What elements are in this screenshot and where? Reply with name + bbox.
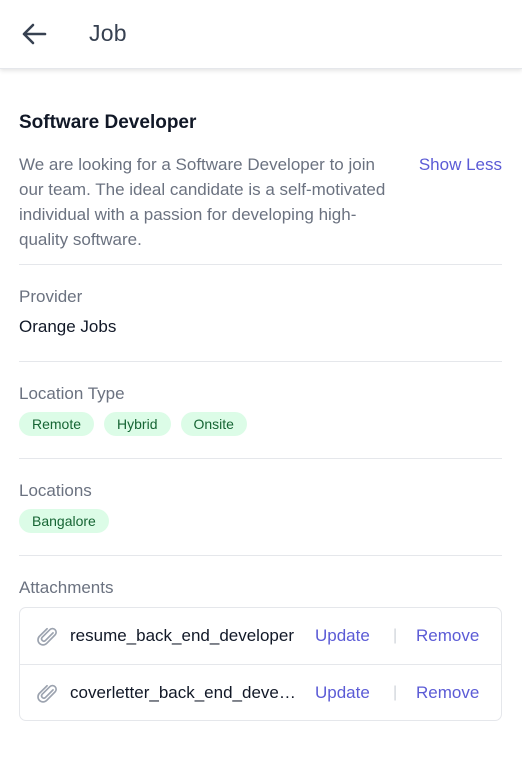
paperclip-icon xyxy=(37,684,57,703)
chip-onsite: Onsite xyxy=(180,412,247,436)
chip-bangalore: Bangalore xyxy=(19,509,109,533)
action-separator: | xyxy=(393,627,398,644)
arrow-left-icon xyxy=(22,23,47,45)
chip-hybrid: Hybrid xyxy=(104,412,171,436)
action-separator: | xyxy=(393,684,398,701)
update-button[interactable]: Update xyxy=(315,683,370,703)
location-type-section: Location Type Remote Hybrid Onsite xyxy=(19,362,502,458)
job-description-row: We are looking for a Software Developer … xyxy=(19,152,502,264)
location-type-chips: Remote Hybrid Onsite xyxy=(19,412,502,436)
locations-section: Locations Bangalore xyxy=(19,459,502,555)
location-type-label: Location Type xyxy=(19,384,125,403)
app-bar: Job xyxy=(0,0,522,69)
provider-label: Provider xyxy=(19,287,83,306)
attachment-row: coverletter_back_end_developer Update | … xyxy=(20,664,501,720)
attachment-row: resume_back_end_developer Update | Remov… xyxy=(20,608,501,664)
job-title: Software Developer xyxy=(19,112,197,133)
remove-button[interactable]: Remove xyxy=(416,683,479,703)
attachments-label: Attachments xyxy=(19,578,114,597)
attachment-filename: resume_back_end_developer xyxy=(70,626,294,645)
attachments-list: resume_back_end_developer Update | Remov… xyxy=(19,607,502,721)
page-title: Job xyxy=(89,20,127,46)
attachments-section: Attachments resume_back_end_developer Up… xyxy=(19,556,502,721)
provider-value: Orange Jobs xyxy=(19,317,117,336)
show-less-link[interactable]: Show Less xyxy=(419,152,502,177)
job-description: We are looking for a Software Developer … xyxy=(19,155,386,249)
attachment-filename: coverletter_back_end_developer xyxy=(70,683,298,702)
locations-label: Locations xyxy=(19,481,92,500)
paperclip-icon xyxy=(37,627,57,646)
chip-remote: Remote xyxy=(19,412,95,436)
locations-chips: Bangalore xyxy=(19,509,502,533)
job-details: Software Developer We are looking for a … xyxy=(19,112,502,721)
provider-section: Provider Orange Jobs xyxy=(19,265,502,361)
update-button[interactable]: Update xyxy=(315,626,370,646)
back-button[interactable] xyxy=(14,17,54,51)
remove-button[interactable]: Remove xyxy=(416,626,479,646)
